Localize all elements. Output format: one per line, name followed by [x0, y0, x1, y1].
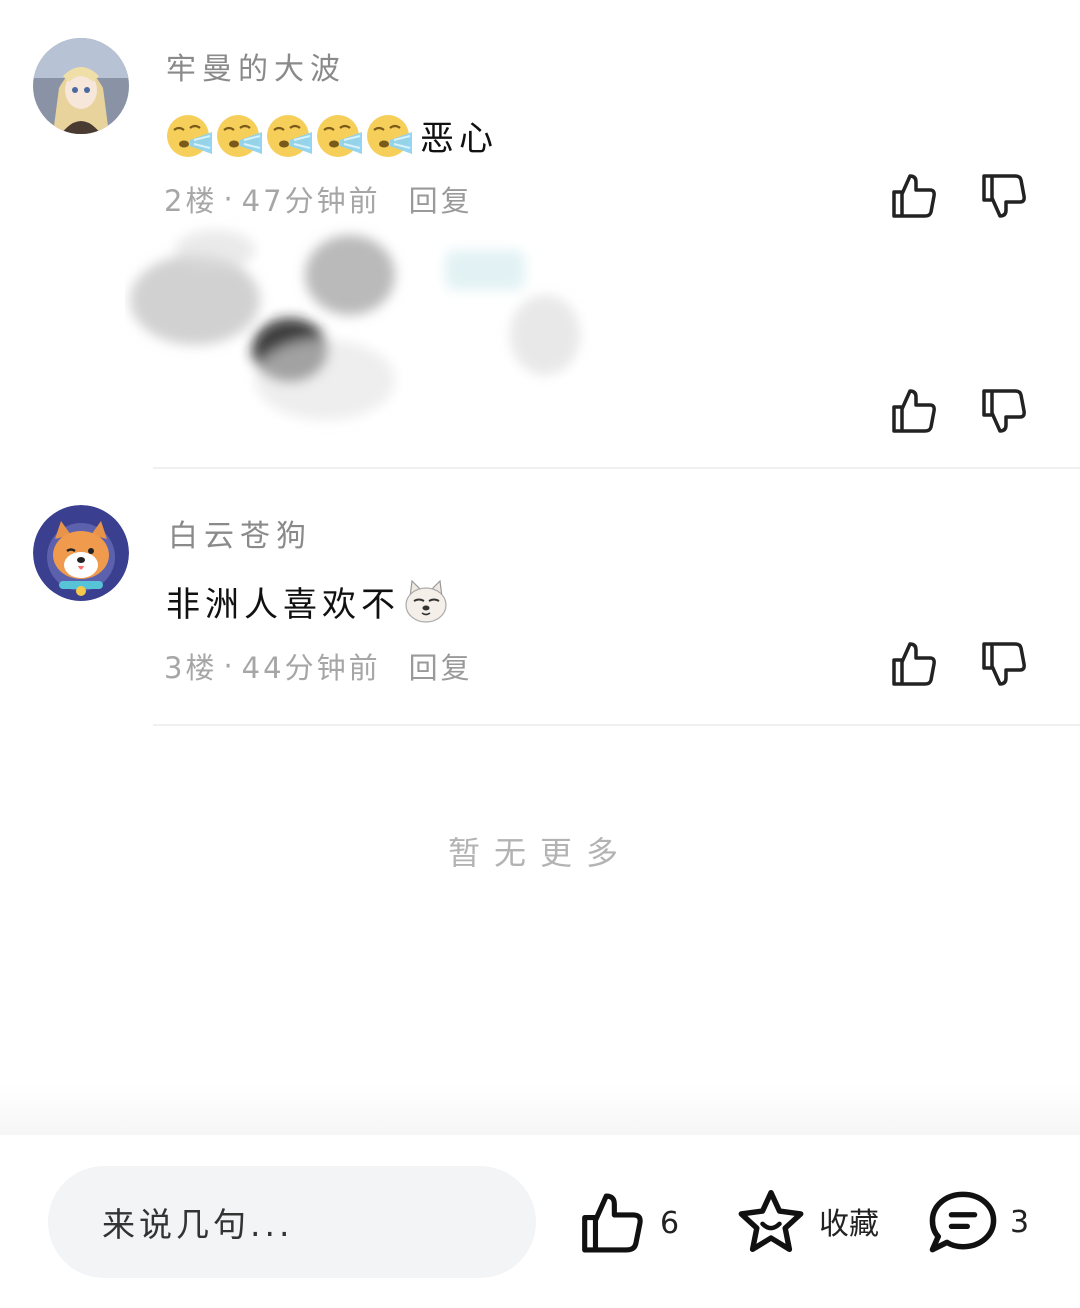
thumbs-down-icon[interactable]: [980, 387, 1028, 435]
comment-meta: 3楼 · 44分钟前 回复: [164, 645, 473, 687]
floor-number: 3楼: [164, 651, 218, 685]
comment-divider: [153, 467, 1080, 469]
like-count: 6: [660, 1205, 680, 1241]
no-more-text: 暂无更多: [447, 834, 632, 872]
anime-girl-avatar-image: [33, 38, 129, 134]
comment-text-content: 非洲人喜欢不: [166, 584, 400, 625]
star-icon: [738, 1189, 804, 1253]
avatar-user-1[interactable]: [33, 38, 129, 134]
comment-text-content: 恶心: [420, 118, 498, 159]
thumbs-down-icon[interactable]: [980, 172, 1028, 220]
comment-bubble-icon: [929, 1191, 997, 1253]
emoji-row: [164, 110, 414, 160]
like-button[interactable]: 6: [580, 1192, 679, 1254]
comment-username[interactable]: 白云苍狗: [168, 511, 312, 555]
comment-username[interactable]: 牢曼的大波: [166, 44, 346, 88]
comment-text: 恶心: [164, 110, 498, 160]
yawning-face-emoji-icon: [317, 115, 362, 157]
comment-count: 3: [1010, 1204, 1030, 1240]
dog-face-emoji-icon: [405, 579, 447, 623]
favorite-button[interactable]: 收藏: [737, 1188, 879, 1254]
avatar-user-2[interactable]: [33, 505, 129, 601]
favorite-label: 收藏: [819, 1207, 879, 1242]
thumbs-up-icon[interactable]: [890, 172, 938, 220]
reply-button[interactable]: 回复: [409, 645, 473, 687]
bottom-bar-shadow: [0, 1085, 1080, 1135]
yawning-face-emoji-icon: [267, 115, 312, 157]
comment-input[interactable]: 来说几句...: [48, 1166, 536, 1278]
comment-divider: [153, 724, 1080, 726]
thumbs-up-icon[interactable]: [890, 640, 938, 688]
comment-time: 44分钟前: [241, 651, 381, 685]
separator-dot: ·: [223, 649, 236, 683]
yawning-face-emoji-icon: [167, 115, 212, 157]
comments-button[interactable]: 3: [928, 1190, 1029, 1254]
comment-input-placeholder: 来说几句...: [102, 1205, 294, 1244]
comment-image-blurred[interactable]: [125, 210, 595, 460]
yawning-face-emoji-icon: [367, 115, 412, 157]
comment-text: 非洲人喜欢不: [166, 576, 450, 626]
thumbs-down-icon[interactable]: [980, 640, 1028, 688]
yawning-face-emoji-icon: [217, 115, 262, 157]
thumbs-up-icon[interactable]: [890, 387, 938, 435]
thumbs-up-icon: [582, 1193, 643, 1253]
shiba-dog-avatar-image: [33, 505, 129, 601]
